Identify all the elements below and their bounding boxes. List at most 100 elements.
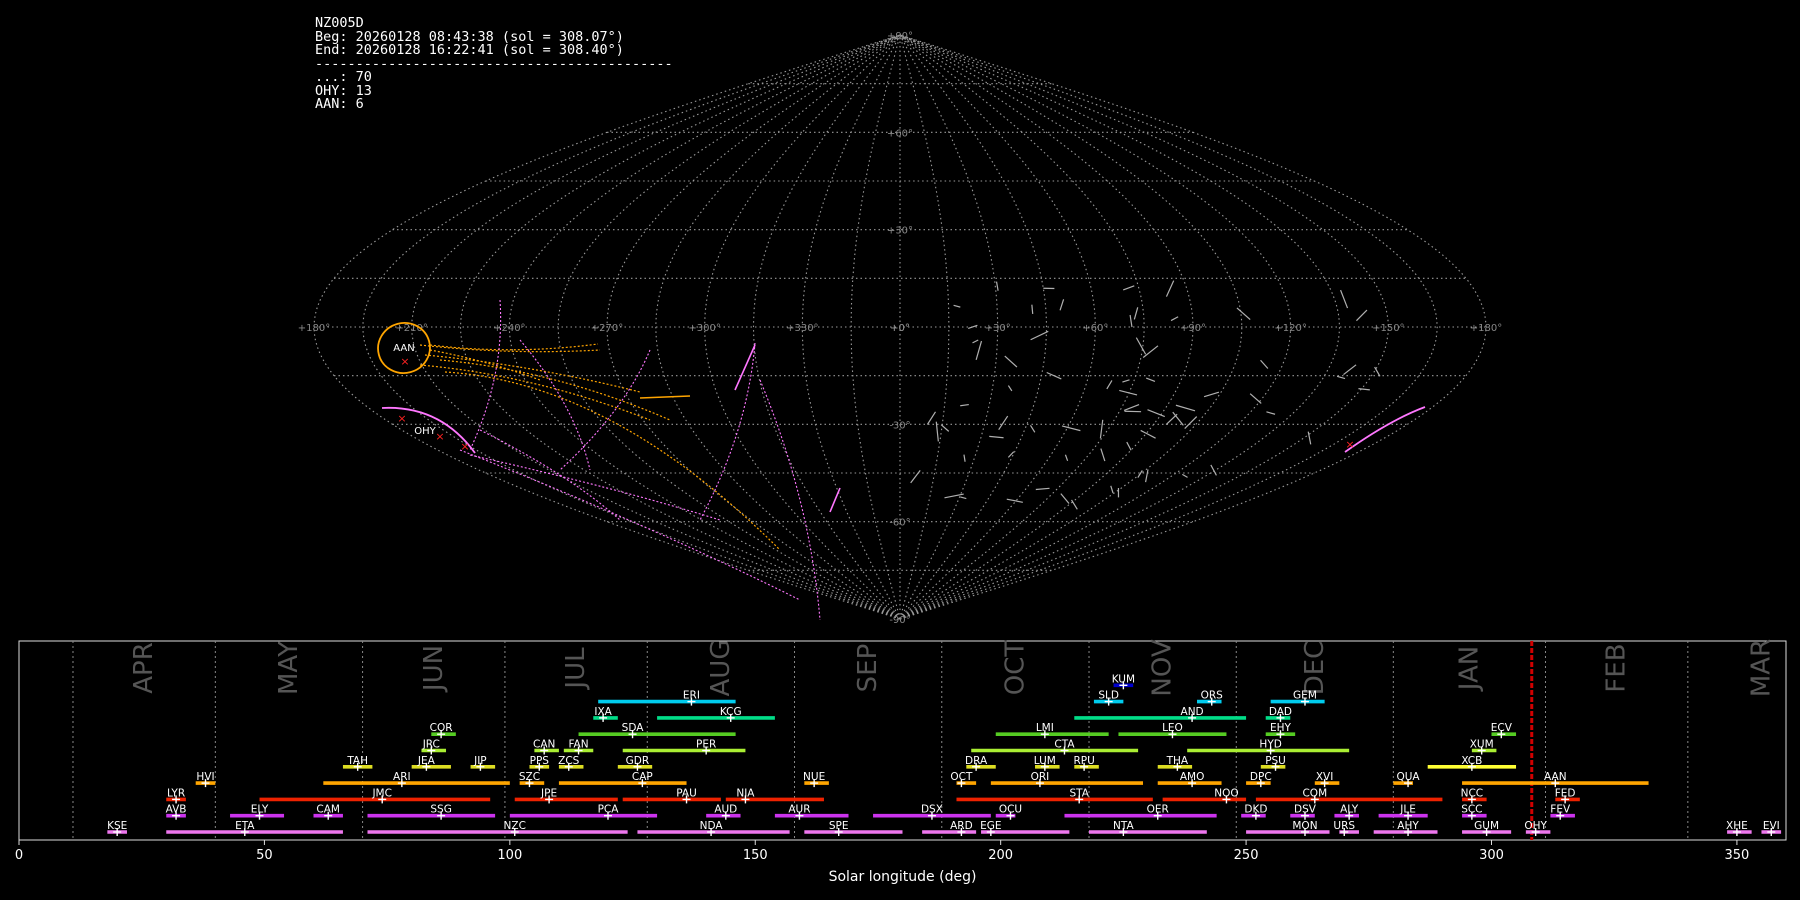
- shower-label: NZC: [504, 820, 526, 832]
- shower-label: IXA: [594, 706, 612, 718]
- shower-label: DAD: [1269, 706, 1292, 718]
- x-tick-label: 150: [743, 848, 768, 863]
- shower-label: KSE: [107, 820, 127, 832]
- x-tick-label: 250: [1234, 848, 1259, 863]
- shower-label: AUD: [714, 804, 737, 816]
- shower-label: DKD: [1244, 804, 1267, 816]
- x-tick-label: 300: [1479, 848, 1504, 863]
- shower-label: AMO: [1180, 771, 1205, 783]
- shower-lum: LUM: [1034, 755, 1060, 771]
- shower-label: SZC: [519, 771, 540, 783]
- shower-label: XCB: [1461, 755, 1482, 767]
- shower-label: ORS: [1201, 690, 1224, 702]
- shower-label: MON: [1292, 820, 1317, 832]
- shower-label: KUM: [1112, 673, 1135, 685]
- shower-ncc: NCC: [1461, 787, 1487, 804]
- shower-label: LYR: [167, 787, 185, 799]
- x-axis-label: Solar longitude (deg): [829, 869, 977, 885]
- shower-label: PER: [696, 739, 716, 751]
- x-tick-label: 0: [15, 848, 23, 863]
- shower-label: AVB: [166, 804, 187, 816]
- shower-label: FED: [1555, 787, 1576, 799]
- shower-label: EHY: [1270, 722, 1292, 734]
- shower-label: JEA: [417, 755, 436, 767]
- shower-label: FEV: [1550, 804, 1571, 816]
- shower-label: NIA: [736, 787, 755, 799]
- shower-label: COM: [1302, 787, 1327, 799]
- shower-label: NDA: [700, 820, 724, 832]
- shower-xum: XUM: [1470, 739, 1497, 755]
- shower-ehy: EHY: [1265, 722, 1296, 739]
- x-tick-label: 50: [256, 848, 273, 863]
- shower-label: DRA: [965, 755, 988, 767]
- shower-avb: AVB: [166, 804, 187, 820]
- shower-label: CAP: [632, 771, 653, 783]
- month-label: JUL: [561, 647, 591, 691]
- shower-label: DSV: [1294, 804, 1317, 816]
- shower-label: ECV: [1491, 722, 1513, 734]
- shower-label: COR: [430, 722, 453, 734]
- shower-label: HYD: [1259, 739, 1281, 751]
- shower-label: HVI: [196, 771, 214, 783]
- month-label: MAR: [1746, 639, 1776, 697]
- shower-label: AUR: [788, 804, 810, 816]
- shower-label: JPE: [540, 787, 557, 799]
- shower-label: JRC: [422, 739, 440, 751]
- x-tick-label: 200: [988, 848, 1013, 863]
- shower-label: PCA: [598, 804, 620, 816]
- shower-label: KCG: [720, 706, 742, 718]
- shower-label: NCC: [1461, 787, 1484, 799]
- shower-ohy: OHY: [1524, 820, 1551, 836]
- shower-label: JMC: [371, 787, 392, 799]
- shower-label: ALY: [1340, 804, 1359, 816]
- shower-label: ARD: [950, 820, 973, 832]
- shower-label: OER: [1147, 804, 1169, 816]
- shower-label: NOO: [1214, 787, 1238, 799]
- shower-label: AAN: [1544, 771, 1567, 783]
- shower-can: CAN: [533, 739, 559, 755]
- shower-label: OCU: [999, 804, 1022, 816]
- shower-label: CAM: [316, 804, 340, 816]
- shower-psu: PSU: [1260, 755, 1286, 771]
- shower-label: JLE: [1399, 804, 1416, 816]
- shower-tah: TAH: [342, 755, 373, 771]
- shower-nue: NUE: [803, 771, 829, 788]
- month-label: APR: [129, 642, 159, 694]
- shower-label: GDR: [626, 755, 650, 767]
- shower-label: LMI: [1036, 722, 1054, 734]
- shower-label: FAN: [568, 739, 588, 751]
- shower-label: EGE: [980, 820, 1001, 832]
- shower-ors: ORS: [1197, 690, 1223, 706]
- shower-label: CTA: [1054, 739, 1075, 751]
- shower-label: LEO: [1162, 722, 1183, 734]
- shower-kse: KSE: [107, 820, 127, 836]
- shower-label: GUM: [1474, 820, 1499, 832]
- shower-label: ORI: [1031, 771, 1050, 783]
- shower-label: SLD: [1098, 690, 1119, 702]
- month-label: DEC: [1300, 641, 1330, 696]
- shower-dad: DAD: [1265, 706, 1292, 722]
- shower-label: TAH: [346, 755, 368, 767]
- shower-label: EVI: [1763, 820, 1780, 832]
- shower-label: CAN: [533, 739, 555, 751]
- shower-label: SPE: [829, 820, 849, 832]
- month-label: SEP: [853, 644, 883, 693]
- shower-label: AND: [1181, 706, 1204, 718]
- shower-evi: EVI: [1761, 820, 1782, 836]
- shower-label: XUM: [1470, 739, 1494, 751]
- shower-label: XHE: [1726, 820, 1748, 832]
- shower-label: SSG: [430, 804, 451, 816]
- shower-label: PAU: [676, 787, 697, 799]
- shower-label: ELY: [251, 804, 269, 816]
- shower-label: PPS: [530, 755, 550, 767]
- x-tick-label: 350: [1725, 848, 1750, 863]
- month-label: JAN: [1454, 646, 1484, 692]
- x-tick-label: 100: [497, 848, 522, 863]
- shower-label: URS: [1333, 820, 1355, 832]
- shower-label: AHY: [1397, 820, 1419, 832]
- shower-label: OCT: [950, 771, 973, 783]
- shower-lyr: LYR: [166, 787, 186, 804]
- shower-label: SDA: [622, 722, 645, 734]
- shower-label: ERI: [683, 690, 700, 702]
- shower-label: DSX: [921, 804, 943, 816]
